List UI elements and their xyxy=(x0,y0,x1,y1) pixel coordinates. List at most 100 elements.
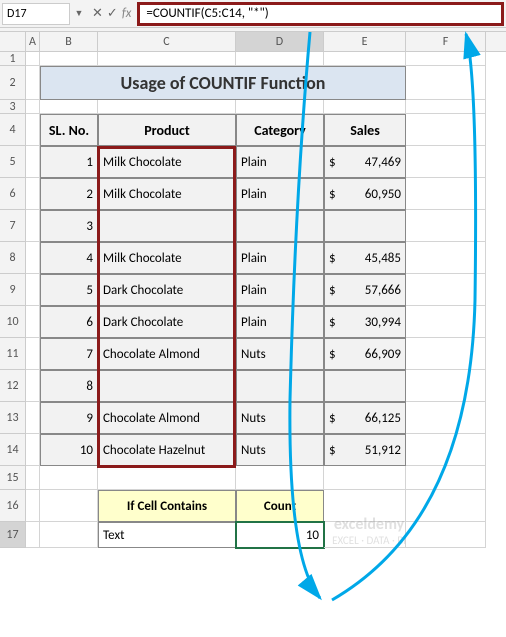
row-header[interactable]: 4 xyxy=(0,114,26,146)
row-header[interactable]: 14 xyxy=(0,434,26,466)
cell[interactable] xyxy=(98,52,236,66)
cell[interactable] xyxy=(406,306,486,338)
sales-cell[interactable]: $66,909 xyxy=(324,338,406,370)
cell[interactable] xyxy=(406,242,486,274)
cell[interactable] xyxy=(26,146,40,178)
sales-cell[interactable]: $57,666 xyxy=(324,274,406,306)
namebox-dropdown-icon[interactable]: ▼ xyxy=(72,8,86,19)
category-cell[interactable]: Plain xyxy=(236,242,324,274)
product-cell[interactable]: Chocolate Almond xyxy=(98,402,236,434)
cell[interactable] xyxy=(26,522,40,548)
fx-icon[interactable]: fx xyxy=(122,6,132,21)
cell[interactable] xyxy=(26,402,40,434)
row-header[interactable]: 9 xyxy=(0,274,26,306)
name-box[interactable]: D17 xyxy=(2,3,70,25)
cell[interactable] xyxy=(406,100,486,114)
ifcell-header[interactable]: If Cell Contains xyxy=(98,490,236,522)
sales-cell[interactable]: $51,912 xyxy=(324,434,406,466)
cell[interactable] xyxy=(40,490,98,522)
header-sales[interactable]: Sales xyxy=(324,114,406,146)
row-header[interactable]: 13 xyxy=(0,402,26,434)
cell[interactable] xyxy=(406,274,486,306)
row-header[interactable]: 1 xyxy=(0,52,26,66)
count-result-cell[interactable]: 10 xyxy=(236,522,324,548)
cell[interactable] xyxy=(26,338,40,370)
cell[interactable] xyxy=(406,490,486,522)
cell[interactable] xyxy=(324,522,406,548)
product-cell[interactable]: Dark Chocolate xyxy=(98,306,236,338)
sl-cell[interactable]: 2 xyxy=(40,178,98,210)
row-header[interactable]: 5 xyxy=(0,146,26,178)
cell[interactable] xyxy=(26,466,40,490)
sl-cell[interactable]: 4 xyxy=(40,242,98,274)
cell[interactable] xyxy=(26,274,40,306)
cell[interactable] xyxy=(406,522,486,548)
category-cell[interactable] xyxy=(236,210,324,242)
cell[interactable] xyxy=(98,466,236,490)
row-header[interactable]: 7 xyxy=(0,210,26,242)
cell[interactable] xyxy=(406,370,486,402)
cell[interactable] xyxy=(406,338,486,370)
sales-cell[interactable]: $45,485 xyxy=(324,242,406,274)
cell[interactable] xyxy=(236,100,324,114)
header-category[interactable]: Category xyxy=(236,114,324,146)
row-header[interactable]: 3 xyxy=(0,100,26,114)
cell[interactable] xyxy=(26,242,40,274)
cell[interactable] xyxy=(406,466,486,490)
category-cell[interactable]: Plain xyxy=(236,146,324,178)
title-cell[interactable]: Usage of COUNTIF Function xyxy=(40,66,406,100)
cell[interactable] xyxy=(40,100,98,114)
cell[interactable] xyxy=(236,466,324,490)
cell[interactable] xyxy=(26,100,40,114)
cell[interactable] xyxy=(26,306,40,338)
cell[interactable] xyxy=(324,466,406,490)
cell[interactable] xyxy=(26,114,40,146)
col-header-e[interactable]: E xyxy=(324,32,406,51)
sales-cell[interactable]: $30,994 xyxy=(324,306,406,338)
spreadsheet-grid[interactable]: 1 2 Usage of COUNTIF Function 3 4 SL. No… xyxy=(0,52,506,548)
category-cell[interactable]: Plain xyxy=(236,178,324,210)
enter-icon[interactable]: ✓ xyxy=(107,6,118,21)
sl-cell[interactable]: 9 xyxy=(40,402,98,434)
cell[interactable] xyxy=(26,434,40,466)
cell[interactable] xyxy=(40,52,98,66)
category-cell[interactable]: Nuts xyxy=(236,338,324,370)
row-header[interactable]: 8 xyxy=(0,242,26,274)
product-cell[interactable]: Milk Chocolate xyxy=(98,178,236,210)
col-header-f[interactable]: F xyxy=(406,32,486,51)
cell[interactable] xyxy=(26,370,40,402)
cancel-icon[interactable]: ✕ xyxy=(92,6,103,21)
header-sl[interactable]: SL. No. xyxy=(40,114,98,146)
category-cell[interactable]: Nuts xyxy=(236,402,324,434)
category-cell[interactable]: Plain xyxy=(236,274,324,306)
sales-cell[interactable]: $60,950 xyxy=(324,178,406,210)
cell[interactable] xyxy=(406,66,486,100)
row-header[interactable]: 12 xyxy=(0,370,26,402)
row-header[interactable]: 16 xyxy=(0,490,26,522)
product-cell[interactable]: Chocolate Almond xyxy=(98,338,236,370)
cell[interactable] xyxy=(26,210,40,242)
product-cell[interactable] xyxy=(98,210,236,242)
col-header-c[interactable]: C xyxy=(98,32,236,51)
cell[interactable] xyxy=(324,52,406,66)
sl-cell[interactable]: 8 xyxy=(40,370,98,402)
sales-cell[interactable]: $66,125 xyxy=(324,402,406,434)
formula-bar[interactable]: =COUNTIF(C5:C14, "*") xyxy=(137,2,504,26)
cell[interactable] xyxy=(406,434,486,466)
row-header[interactable]: 10 xyxy=(0,306,26,338)
sales-cell[interactable] xyxy=(324,210,406,242)
cell[interactable] xyxy=(26,52,40,66)
col-header-b[interactable]: B xyxy=(40,32,98,51)
cell[interactable] xyxy=(98,100,236,114)
row-header[interactable]: 15 xyxy=(0,466,26,490)
count-header[interactable]: Count xyxy=(236,490,324,522)
sales-cell[interactable] xyxy=(324,370,406,402)
row-header[interactable]: 2 xyxy=(0,66,26,100)
cell[interactable] xyxy=(26,178,40,210)
product-cell[interactable] xyxy=(98,370,236,402)
cell[interactable] xyxy=(406,210,486,242)
sl-cell[interactable]: 7 xyxy=(40,338,98,370)
select-all-corner[interactable] xyxy=(0,32,26,51)
row-header[interactable]: 6 xyxy=(0,178,26,210)
cell[interactable] xyxy=(26,490,40,522)
